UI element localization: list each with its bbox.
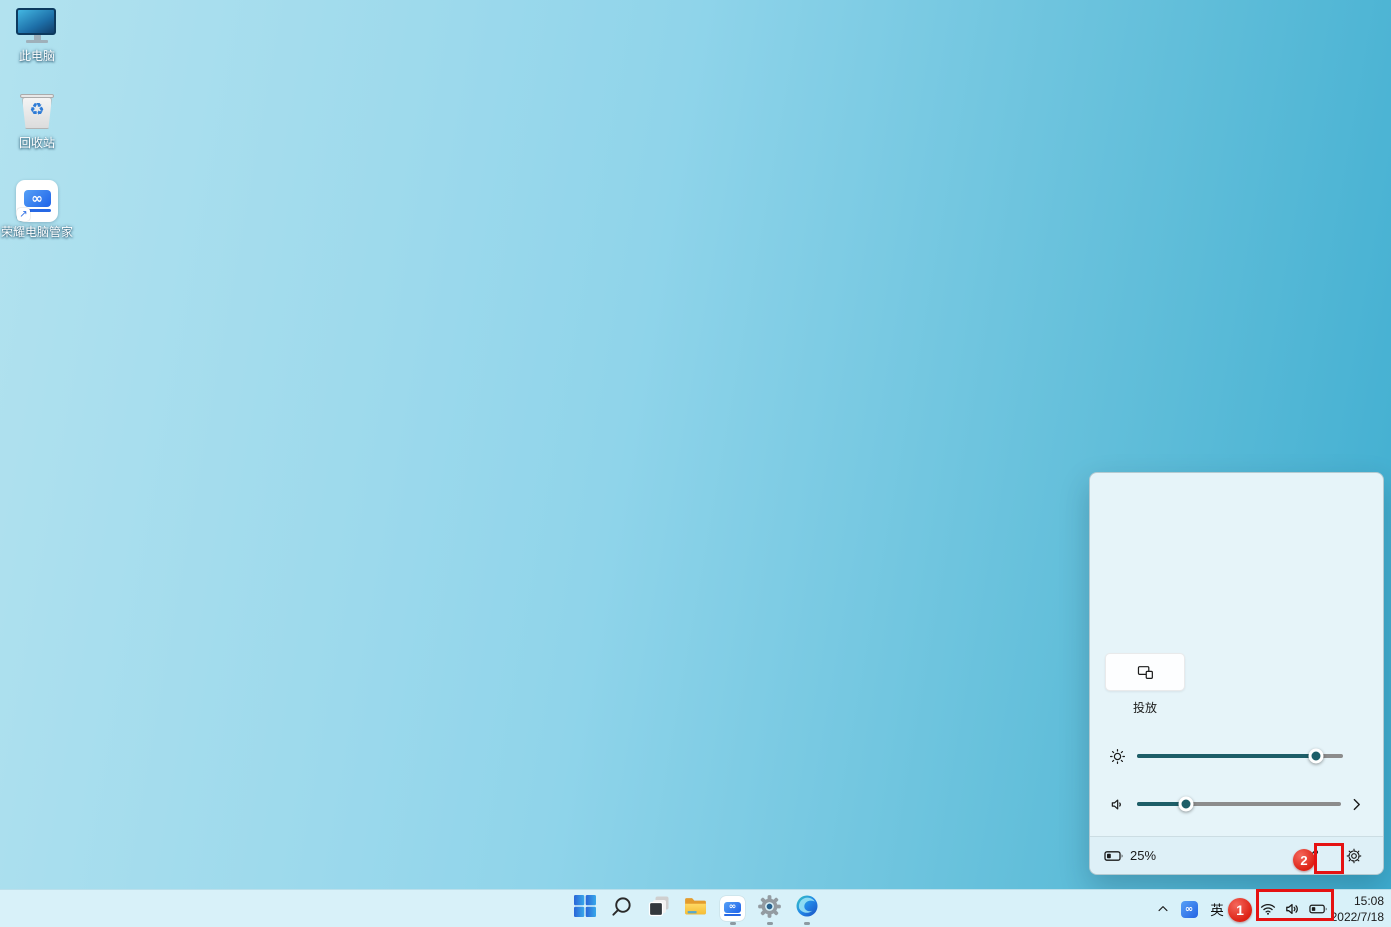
desktop-icon-recycle-bin[interactable]: ♻ 回收站	[0, 93, 74, 150]
annotation-badge-2: 2	[1293, 849, 1315, 871]
battery-icon	[1104, 850, 1124, 862]
brightness-slider-thumb[interactable]	[1309, 749, 1324, 764]
brightness-row	[1105, 742, 1343, 770]
desktop-icon-label: 回收站	[19, 137, 55, 150]
honor-tray-icon: ∞	[1181, 901, 1198, 918]
volume-row	[1105, 790, 1369, 818]
settings-taskbar-button[interactable]	[757, 892, 783, 926]
start-button[interactable]	[572, 892, 598, 926]
honor-pc-manager-taskbar-button[interactable]: ∞	[720, 892, 746, 926]
tray-time: 15:08	[1331, 893, 1384, 909]
search-button[interactable]	[609, 892, 635, 926]
chevron-up-icon	[1156, 902, 1170, 916]
recycle-bin-icon: ♻	[16, 93, 58, 133]
quick-settings-panel: 荣耀X20 SE 未连接 飞行模式	[1089, 472, 1384, 875]
folder-icon	[683, 894, 708, 924]
battery-status[interactable]: 25%	[1104, 848, 1156, 863]
tray-date: 2022/7/18	[1331, 909, 1384, 925]
edge-taskbar-button[interactable]	[794, 892, 820, 926]
running-indicator	[730, 922, 736, 925]
settings-gear-icon	[757, 894, 782, 924]
cast-tile[interactable]	[1105, 653, 1185, 691]
ime-indicator[interactable]: 英	[1205, 890, 1229, 927]
running-indicator	[767, 922, 773, 925]
battery-percent-label: 25%	[1130, 848, 1156, 863]
hidden-icons-button[interactable]	[1151, 890, 1175, 927]
desktop-icon-label: 荣耀电脑管家	[1, 226, 73, 239]
desktop-icon-label: 此电脑	[19, 50, 55, 63]
file-explorer-button[interactable]	[683, 892, 709, 926]
volume-slider-thumb[interactable]	[1178, 797, 1193, 812]
honor-tray-button[interactable]: ∞	[1177, 890, 1201, 927]
windows-start-icon	[573, 894, 597, 923]
running-indicator	[804, 922, 810, 925]
gear-icon	[1346, 848, 1362, 864]
volume-speaker-icon	[1105, 797, 1129, 812]
volume-output-chevron-icon[interactable]	[1343, 798, 1369, 811]
clock[interactable]: 15:08 2022/7/18	[1331, 893, 1384, 925]
taskbar: ∞	[0, 889, 1391, 927]
this-pc-icon	[16, 8, 58, 46]
annotation-badge-1: 1	[1228, 898, 1252, 922]
taskbar-center: ∞	[572, 890, 820, 927]
annotation-rect-tray	[1256, 889, 1334, 921]
brightness-slider[interactable]	[1137, 754, 1343, 758]
desktop-icon-this-pc[interactable]: 此电脑	[0, 8, 74, 63]
cast-icon	[1137, 665, 1154, 680]
desktop: 此电脑 ♻ 回收站 ∞ ↗ 荣耀电脑管家	[0, 0, 1391, 927]
task-view-button[interactable]	[646, 892, 672, 926]
shortcut-arrow-icon: ↗	[17, 208, 30, 221]
honor-pc-manager-icon: ∞	[720, 896, 745, 921]
search-icon	[610, 895, 633, 923]
brightness-sun-icon	[1105, 748, 1129, 765]
annotation-rect-edit-button	[1314, 843, 1344, 874]
task-view-icon	[647, 894, 671, 923]
cast-tile-label: 投放	[1133, 699, 1157, 716]
edge-icon	[795, 894, 819, 923]
honor-pc-manager-icon: ∞ ↗	[16, 180, 58, 222]
desktop-icon-honor-pc-manager[interactable]: ∞ ↗ 荣耀电脑管家	[0, 180, 74, 239]
volume-slider[interactable]	[1137, 802, 1341, 806]
